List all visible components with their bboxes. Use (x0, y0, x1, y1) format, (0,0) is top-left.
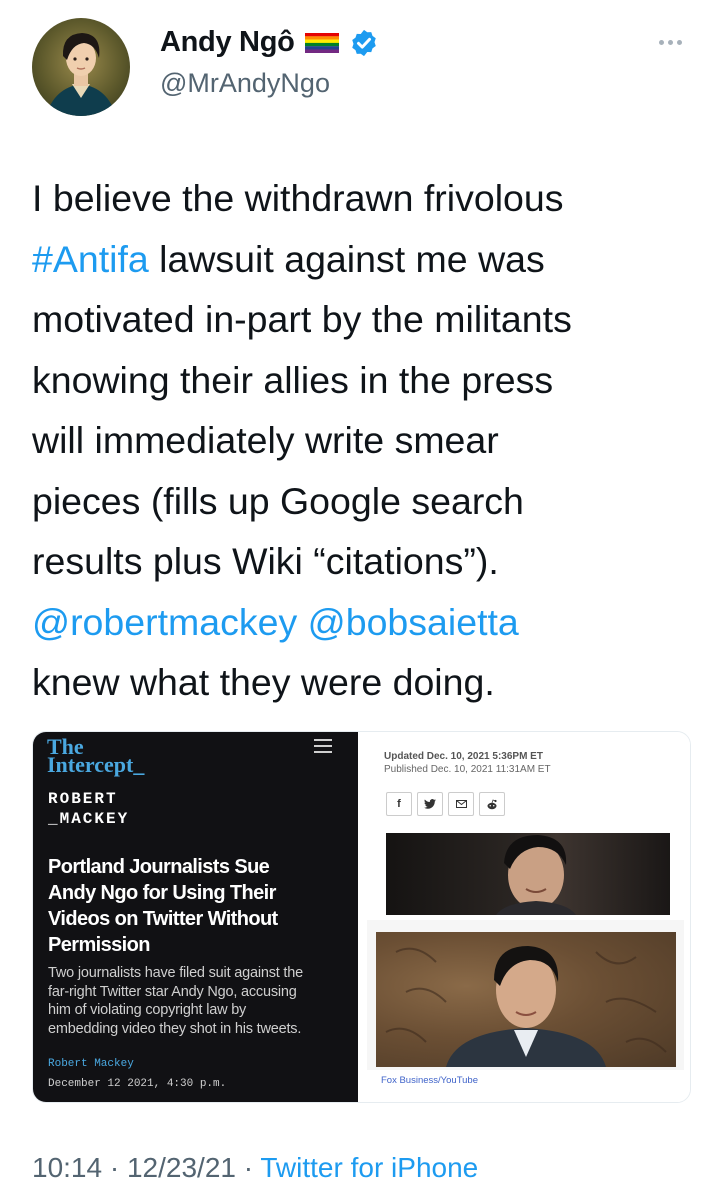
tweet-text-segment: results plus Wiki “citations”). (32, 540, 499, 582)
photo-caption: Fox Business/YouTube (381, 1075, 478, 1086)
author-handle[interactable]: @MrAndyNgo (160, 68, 330, 99)
author-tag: ROBERT _MACKEY (48, 789, 129, 829)
author-display-name[interactable]: Andy Ngô (160, 26, 295, 59)
tweet-text-segment: lawsuit against me was (148, 237, 545, 280)
tweet-line: knowing their allies in the press (32, 350, 704, 411)
tweet-text-segment: knew what they were doing. (32, 661, 495, 703)
tweet-time[interactable]: 10:14 (32, 1152, 102, 1183)
intercept-article-screenshot: The Intercept_ ROBERT _MACKEY Portland J… (33, 732, 358, 1102)
tweet-date[interactable]: 12/23/21 (127, 1152, 236, 1183)
more-options-icon[interactable] (652, 32, 688, 52)
headline-line: Permission (48, 934, 150, 956)
tweet-line: I believe the withdrawn frivolous (32, 168, 704, 229)
dek-line: embedding video they shot in his tweets. (48, 1020, 302, 1037)
tweet-text-segment (297, 601, 307, 643)
article-date: December 12 2021, 4:30 p.m. (48, 1078, 227, 1090)
tweet-line: pieces (fills up Google search (32, 471, 704, 532)
meta-separator: · (235, 1152, 261, 1183)
intercept-logo-line2: Intercept_ (47, 752, 145, 777)
intercept-logo: The Intercept_ (47, 736, 145, 777)
tweet-media[interactable]: The Intercept_ ROBERT _MACKEY Portland J… (32, 731, 691, 1103)
more-dot (658, 39, 664, 45)
tweet-meta: 10:14 · 12/23/21 · Twitter for iPhone (32, 1152, 478, 1184)
dek-line: far-right Twitter star Andy Ngo, accusin… (48, 983, 297, 1000)
verified-badge-icon (351, 29, 376, 56)
facebook-icon: f (386, 792, 412, 816)
tweet-text-segment: knowing their allies in the press (32, 358, 554, 401)
hashtag-link[interactable]: #Antifa (32, 238, 149, 280)
tweet-text-segment: motivated in-part by the militants (32, 298, 572, 340)
author-name-row[interactable]: Andy Ngô (160, 26, 379, 59)
article-byline: Robert Mackey (48, 1058, 134, 1070)
tweet-line: knew what they were doing. (32, 652, 704, 713)
dek-line: Two journalists have filed suit against … (48, 965, 303, 981)
tweet-line: motivated in-part by the militants (32, 289, 704, 350)
twitter-icon (417, 792, 443, 816)
rainbow-flag-icon (304, 32, 339, 53)
article-updated: Updated Dec. 10, 2021 5:36PM ET (384, 751, 543, 762)
article-dek: Two journalists have filed suit against … (48, 964, 348, 1038)
mention-link[interactable]: @bobsaietta (308, 601, 519, 643)
avatar-illustration (46, 33, 116, 116)
tweet-text-segment: pieces (fills up Google search (32, 479, 524, 522)
tweet-line: @robertmackey @bobsaietta (32, 592, 704, 653)
dek-line: him of violating copyright law by (48, 1002, 247, 1018)
article-published: Published Dec. 10, 2021 11:31AM ET (384, 764, 551, 775)
tweet-line: #Antifa lawsuit against me was (32, 229, 704, 290)
tweet-text: I believe the withdrawn frivolous #Antifa… (32, 168, 704, 713)
author-tag-line: ROBERT (48, 790, 118, 808)
tweet-source-link[interactable]: Twitter for iPhone (260, 1152, 478, 1183)
article-headline: Portland Journalists Sue Andy Ngo for Us… (48, 854, 348, 958)
meta-separator: · (102, 1152, 127, 1183)
tweet-text-segment: will immediately write smear (32, 419, 499, 461)
more-dot (676, 39, 682, 45)
article-photo-speaker (386, 833, 670, 915)
tweet-text-segment: I believe the withdrawn frivolous (32, 177, 564, 219)
tweet-line: will immediately write smear (32, 410, 704, 471)
reddit-icon (479, 792, 505, 816)
mention-link[interactable]: @robertmackey (32, 601, 297, 643)
fox-article-screenshot: Updated Dec. 10, 2021 5:36PM ET Publishe… (361, 732, 690, 1102)
article-photo-interview (376, 932, 676, 1067)
more-dot (667, 39, 673, 45)
hamburger-menu-icon (314, 739, 332, 757)
email-icon (448, 792, 474, 816)
headline-line: Portland Journalists Sue (48, 856, 270, 878)
headline-line: Videos on Twitter Without (48, 908, 278, 930)
avatar[interactable] (32, 18, 130, 116)
headline-line: Andy Ngo for Using Their (48, 882, 276, 904)
share-buttons: f (386, 792, 505, 816)
author-tag-line: _MACKEY (48, 810, 130, 828)
tweet-line: results plus Wiki “citations”). (32, 531, 704, 592)
